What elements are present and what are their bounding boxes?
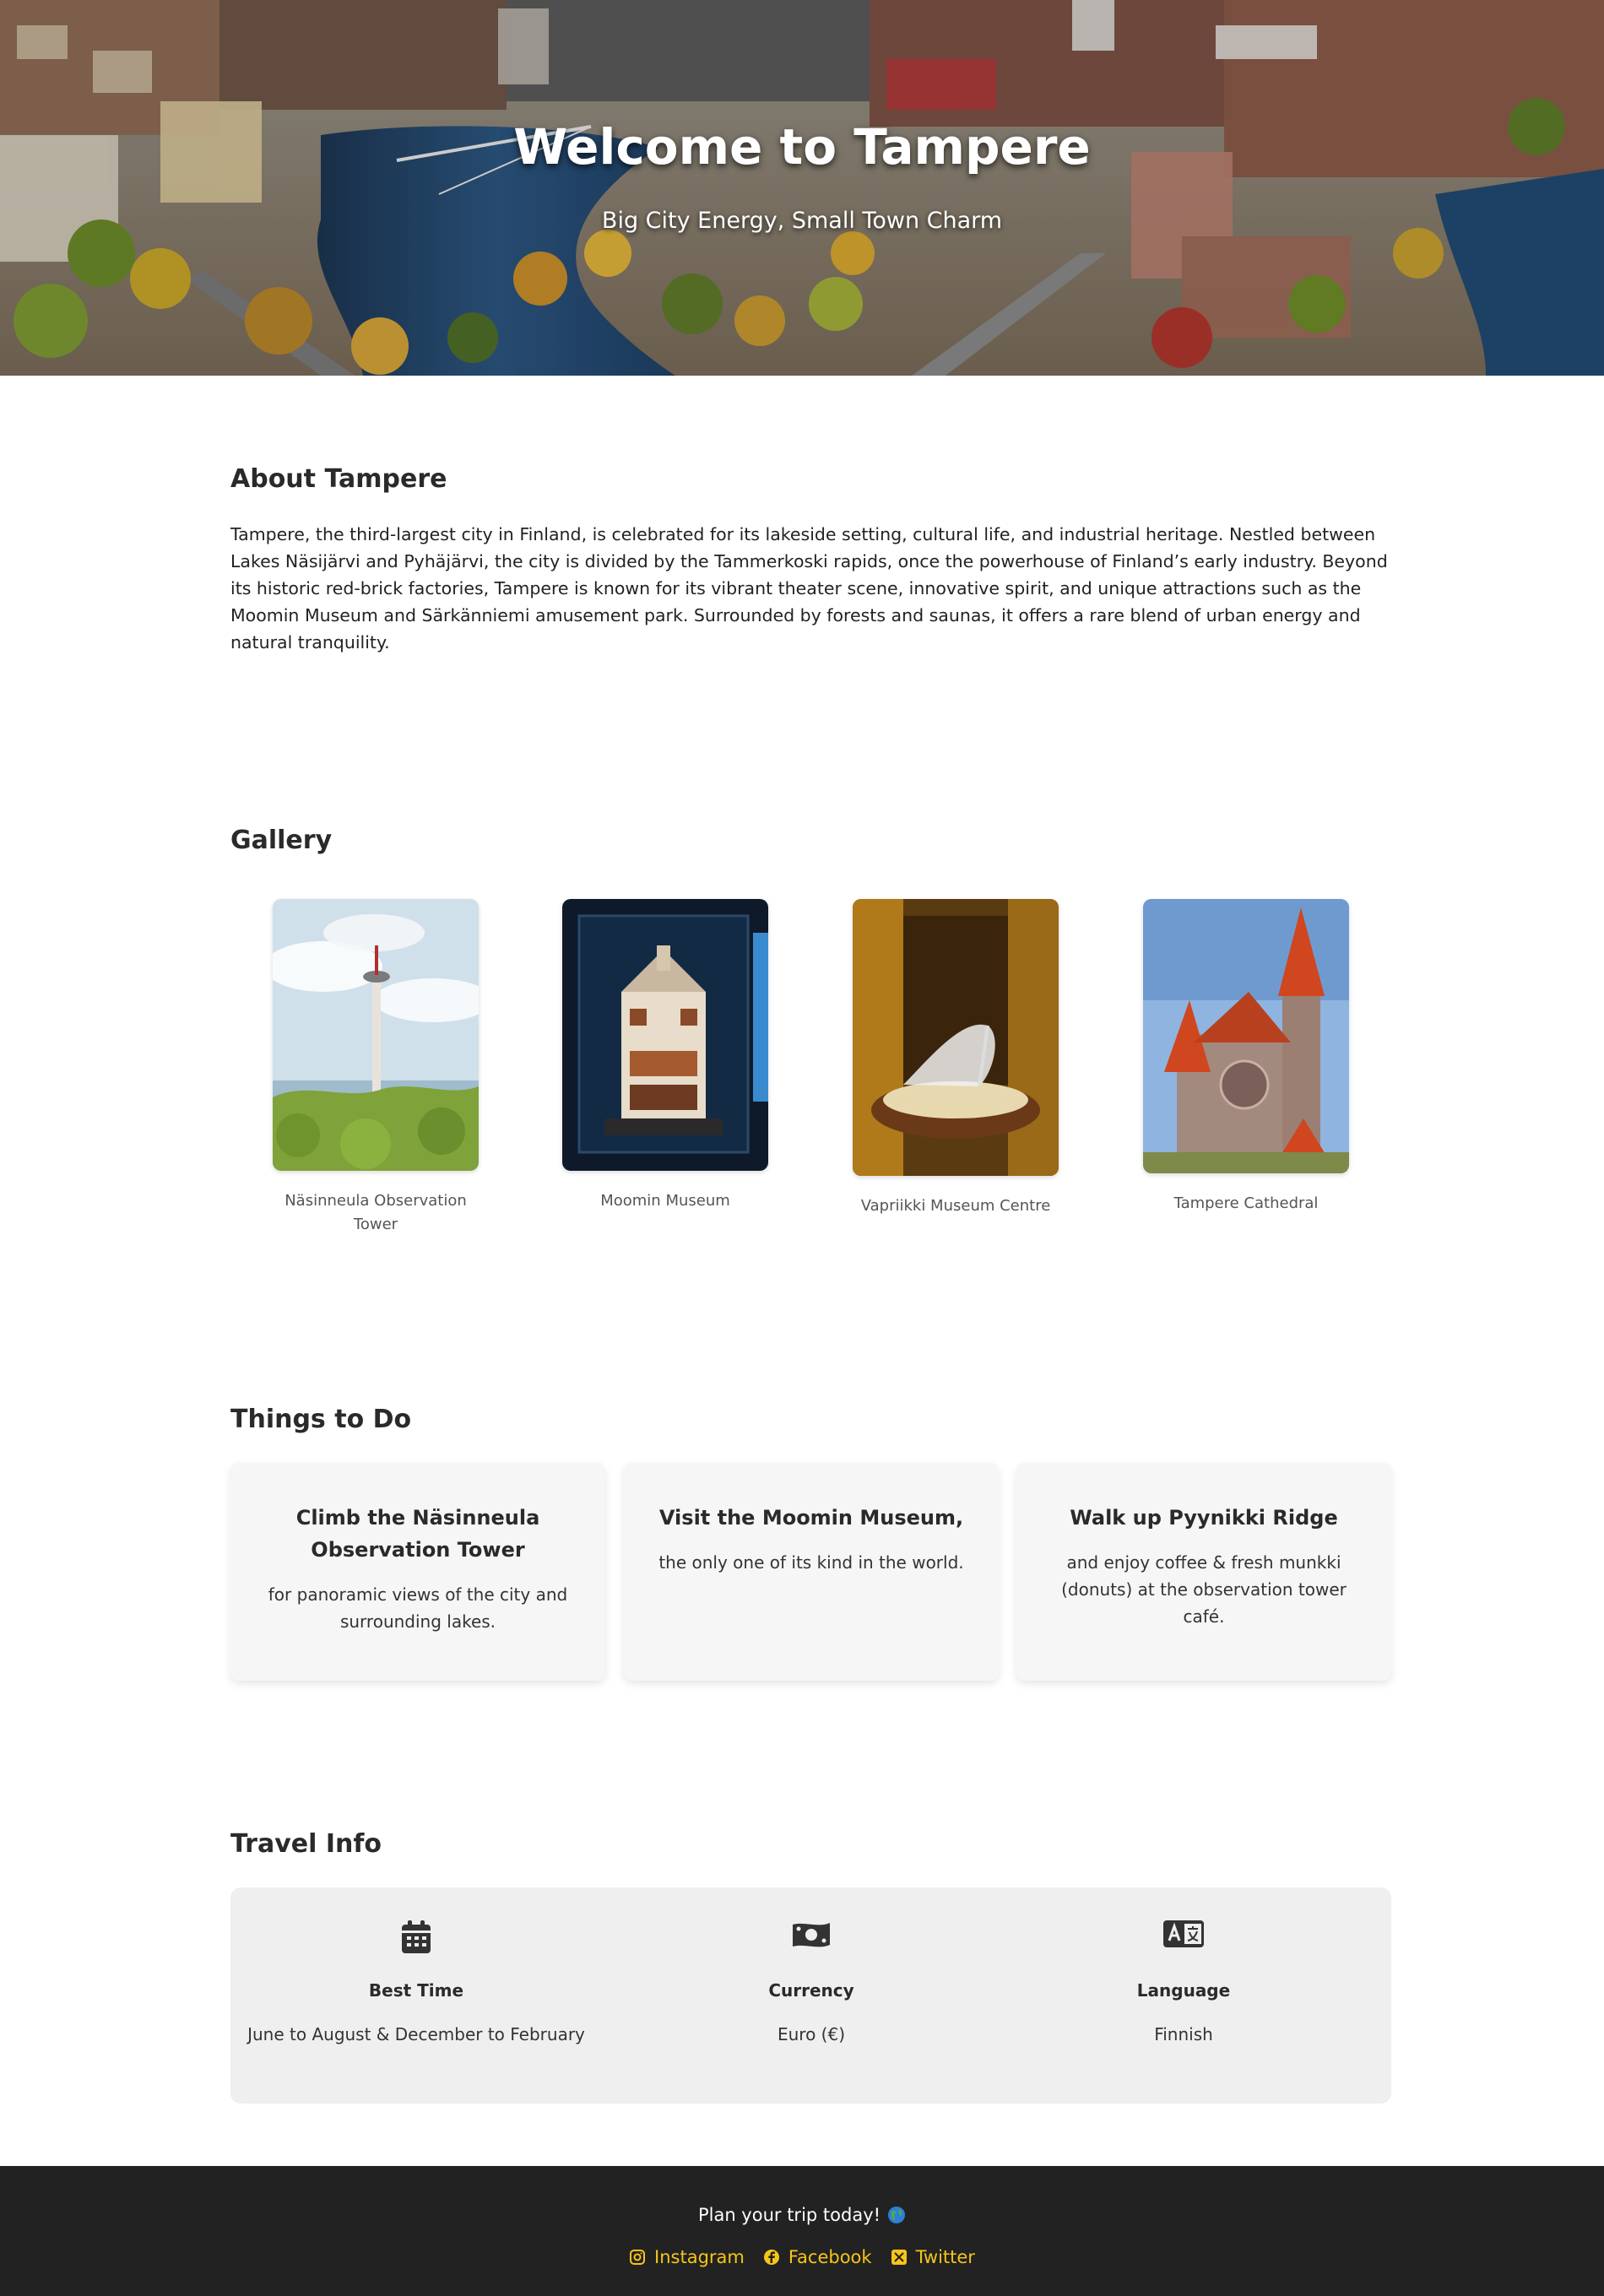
hero-subtitle: Big City Energy, Small Town Charm [601, 208, 1003, 234]
travel-info-box: Best Time June to August & December to F… [230, 1887, 1391, 2104]
hero-title: Welcome to Tampere [513, 118, 1091, 176]
travel-item: Currency Euro (€) [626, 1887, 997, 2044]
travel-item: Best Time June to August & December to F… [230, 1887, 602, 2044]
tower-photo [273, 899, 479, 1171]
tampere-aerial-photo [0, 0, 1604, 376]
activity-title: Climb the Näsinneula Observation Tower [295, 1506, 540, 1562]
travel-section: Travel Info Best Time June to August & D… [230, 1829, 1391, 2104]
travel-heading: Travel Info [230, 1829, 382, 1859]
activity-text: and enjoy coffee & fresh munkki (donuts)… [1061, 1552, 1347, 1627]
gallery-heading: Gallery [230, 826, 333, 855]
glass-slipper-photo [853, 899, 1059, 1176]
travel-label: Currency [768, 1980, 854, 2001]
gallery-item[interactable]: Näsinneula Observation Tower [273, 899, 479, 1237]
footer-cta-text: Plan your trip today! [697, 2205, 881, 2225]
instagram-link[interactable]: Instagram [629, 2247, 745, 2267]
gallery-caption: Vapriikki Museum Centre [860, 1197, 1051, 1215]
gallery-item[interactable]: Moomin Museum [562, 899, 768, 1213]
language-icon [998, 1920, 1369, 1957]
instagram-icon [630, 2250, 646, 2265]
about-text: Tampere, the third-largest city in Finla… [230, 524, 1388, 653]
globe-icon [888, 2207, 906, 2223]
facebook-icon [763, 2250, 779, 2265]
travel-item: Language Finnish [998, 1887, 1369, 2044]
activity-title: Visit the Moomin Museum, [658, 1506, 964, 1530]
things-heading: Things to Do [230, 1405, 412, 1434]
gallery-section: Gallery Näsinneula Observation Tower Moo… [230, 826, 1391, 1237]
travel-value: Finnish [1154, 2024, 1213, 2044]
activity-card: Climb the Näsinneula Observation Tower f… [230, 1463, 605, 1681]
footer-cta: Plan your trip today! [0, 2205, 1604, 2225]
travel-value: June to August & December to February [247, 2024, 585, 2044]
activity-card: Visit the Moomin Museum, the only one of… [624, 1463, 999, 1681]
things-section: Things to Do Climb the Näsinneula Observ… [230, 1405, 1391, 1682]
facebook-label: Facebook [788, 2247, 872, 2267]
footer: Plan your trip today! Instagram Facebook [0, 2166, 1604, 2296]
travel-label: Language [1136, 1980, 1231, 2001]
gallery-item[interactable]: Tampere Cathedral [1143, 899, 1349, 1216]
about-heading: About Tampere [230, 464, 447, 494]
twitter-link[interactable]: Twitter [891, 2247, 975, 2267]
money-icon [626, 1920, 997, 1957]
things-cards: Climb the Näsinneula Observation Tower f… [230, 1463, 1391, 1682]
museum-photo [562, 899, 768, 1171]
gallery-caption: Näsinneula Observation Tower [284, 1192, 467, 1233]
hero-banner: Welcome to Tampere Big City Energy, Smal… [0, 0, 1604, 376]
activity-title: Walk up Pyynikki Ridge [1070, 1506, 1338, 1530]
cathedral-photo [1143, 899, 1349, 1173]
activity-text: for panoramic views of the city and surr… [268, 1584, 568, 1632]
instagram-label: Instagram [654, 2247, 745, 2267]
x-twitter-icon [891, 2250, 907, 2265]
gallery-caption: Moomin Museum [600, 1192, 730, 1210]
gallery-item[interactable]: Vapriikki Museum Centre [853, 899, 1059, 1218]
gallery-grid: Näsinneula Observation Tower Moomin Muse… [230, 899, 1391, 1237]
twitter-label: Twitter [915, 2247, 975, 2267]
activity-text: the only one of its kind in the world. [658, 1552, 964, 1573]
activity-card: Walk up Pyynikki Ridge and enjoy coffee … [1016, 1463, 1391, 1681]
gallery-caption: Tampere Cathedral [1173, 1194, 1319, 1212]
social-links: Instagram Facebook Twitter [0, 2247, 1604, 2267]
calendar-icon [230, 1920, 602, 1957]
travel-value: Euro (€) [777, 2024, 846, 2044]
facebook-link[interactable]: Facebook [763, 2247, 872, 2267]
about-section: About Tampere Tampere, the third-largest… [230, 464, 1391, 656]
travel-label: Best Time [368, 1980, 464, 2001]
